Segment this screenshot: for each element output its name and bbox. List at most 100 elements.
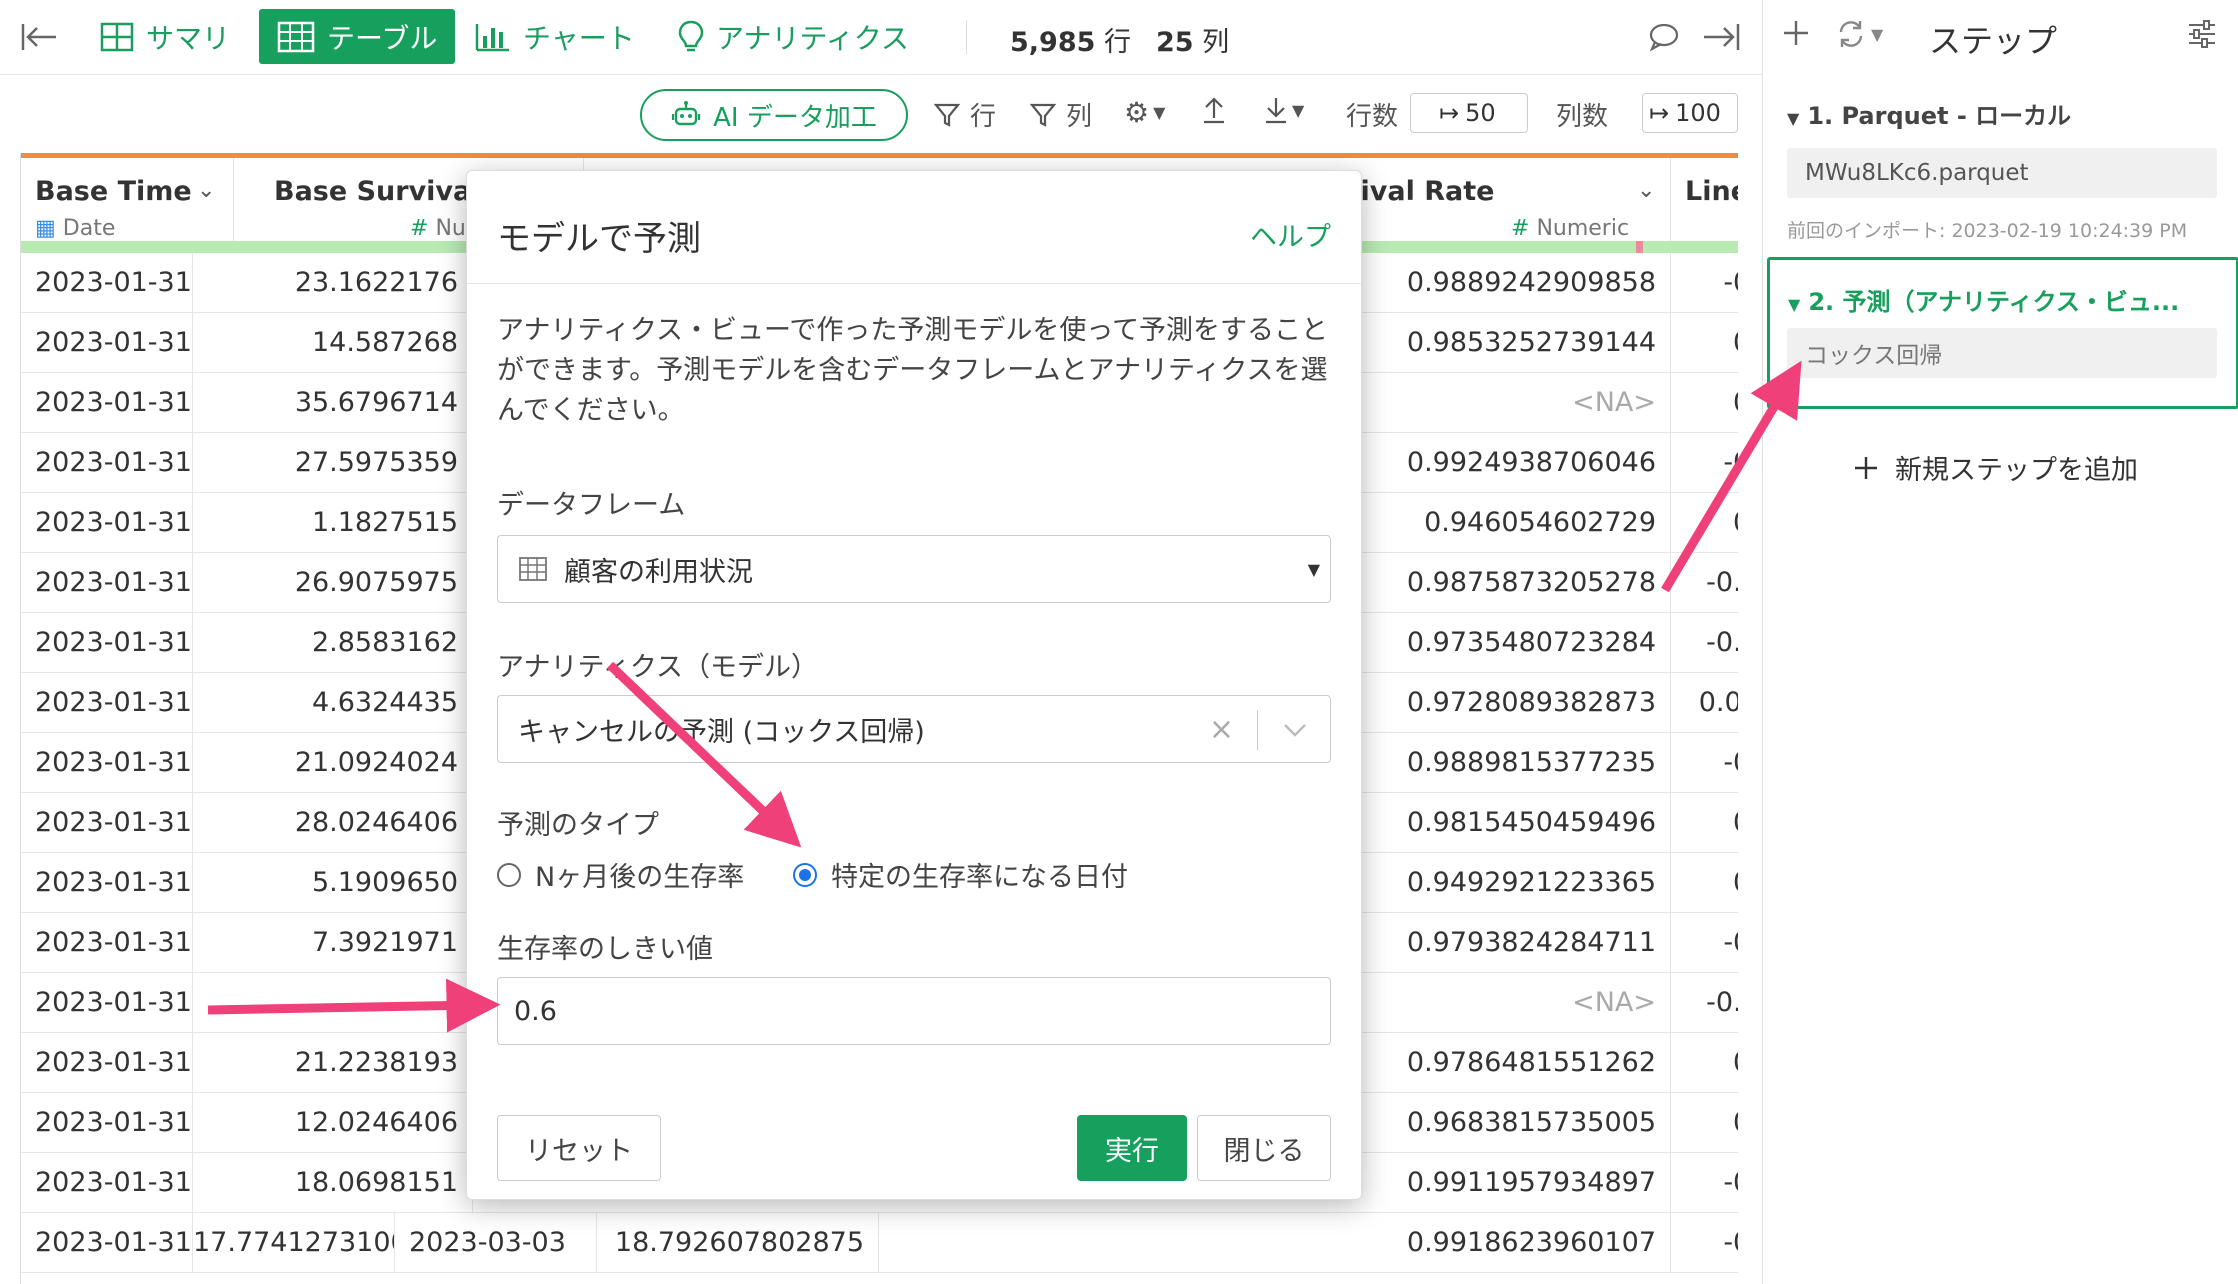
table-cell[interactable]: -0.1 bbox=[1671, 1213, 1738, 1273]
table-cell[interactable]: -0.06 bbox=[1671, 553, 1738, 613]
tab-analytics[interactable]: アナリティクス bbox=[678, 9, 909, 64]
run-button[interactable]: 実行 bbox=[1077, 1115, 1187, 1181]
settings-menu-button[interactable]: ⚙ ▼ bbox=[1124, 96, 1165, 129]
table-cell[interactable]: 2023-01-31 bbox=[21, 1153, 193, 1213]
step-2-card[interactable]: ▼ 2. 予測（アナリティクス・ビュ... コックス回帰 bbox=[1767, 257, 2238, 409]
chevron-down-icon[interactable] bbox=[1282, 714, 1308, 745]
radio-date-at-survival-rate[interactable]: 特定の生存率になる日付 bbox=[793, 855, 1128, 894]
table-cell[interactable]: 2023-01-31 bbox=[21, 793, 193, 853]
dataframe-select[interactable]: 顧客の利用状況 ▼ bbox=[497, 535, 1331, 603]
clear-icon[interactable]: × bbox=[1209, 712, 1234, 747]
radio-unchecked-icon bbox=[497, 862, 521, 887]
table-cell[interactable]: 0.5 bbox=[1671, 493, 1738, 553]
table-cell[interactable]: 4.6324435 bbox=[193, 673, 473, 733]
rows-input[interactable]: ↦ 50 bbox=[1410, 93, 1528, 133]
table-cell[interactable]: 5.1909650 bbox=[193, 853, 473, 913]
table-cell[interactable]: 0.009 bbox=[1671, 673, 1738, 733]
close-button[interactable]: 閉じる bbox=[1197, 1115, 1331, 1181]
table-cell[interactable]: 17.774127310062 bbox=[193, 1213, 395, 1273]
tab-chart[interactable]: チャート bbox=[475, 9, 635, 64]
column-header-linear[interactable]: Linea bbox=[1671, 158, 1738, 253]
collapse-left-icon[interactable] bbox=[20, 9, 58, 64]
download-menu-button[interactable]: ▼ bbox=[1264, 96, 1304, 124]
table-cell[interactable]: 2023-01-31 bbox=[21, 253, 193, 313]
dataframe-label: データフレーム bbox=[497, 490, 686, 521]
table-cell[interactable]: 35.6796714 bbox=[193, 373, 473, 433]
table-cell[interactable]: 12.0246406 bbox=[193, 1093, 473, 1153]
table-cell[interactable] bbox=[193, 973, 473, 1033]
table-cell[interactable]: 2023-01-31 bbox=[21, 373, 193, 433]
table-cell[interactable]: -0.1 bbox=[1671, 433, 1738, 493]
table-cell[interactable]: 26.9075975 bbox=[193, 553, 473, 613]
collapse-right-icon[interactable] bbox=[1702, 9, 1742, 64]
radio-n-months-survival[interactable]: Nヶ月後の生存率 bbox=[497, 855, 744, 894]
step-1-title[interactable]: ▼ 1. Parquet - ローカル bbox=[1787, 96, 2071, 131]
table-cell[interactable]: 21.2238193 bbox=[193, 1033, 473, 1093]
table-cell[interactable]: -0.01 bbox=[1671, 613, 1738, 673]
table-cell[interactable]: 7.3921971 bbox=[193, 913, 473, 973]
table-cell[interactable]: 0.1 bbox=[1671, 1093, 1738, 1153]
table-cell[interactable]: -0.2 bbox=[1671, 733, 1738, 793]
dialog-title: モデルで予測 bbox=[497, 219, 701, 259]
table-cell[interactable]: 2023-01-31 bbox=[21, 853, 193, 913]
table-cell[interactable]: 2023-01-31 bbox=[21, 433, 193, 493]
comment-icon[interactable] bbox=[1648, 9, 1680, 64]
tab-table-label: テーブル bbox=[327, 21, 438, 55]
table-cell[interactable]: 2023-01-31 bbox=[21, 493, 193, 553]
columns-input[interactable]: ↦ 100 bbox=[1642, 93, 1738, 133]
reset-button[interactable]: リセット bbox=[497, 1115, 661, 1181]
table-cell[interactable]: 2023-01-31 bbox=[21, 973, 193, 1033]
table-cell[interactable]: 2023-01-31 bbox=[21, 1093, 193, 1153]
table-cell[interactable]: -0.1 bbox=[1671, 1153, 1738, 1213]
help-link[interactable]: ヘルプ bbox=[1250, 215, 1331, 254]
table-cell[interactable]: 2023-01-31 bbox=[21, 673, 193, 733]
table-cell[interactable]: 2.8583162 bbox=[193, 613, 473, 673]
table-cell[interactable]: 2023-03-03 bbox=[395, 1213, 597, 1273]
filter-rows-button[interactable]: 行 bbox=[934, 96, 996, 133]
table-cell[interactable]: 0.1 bbox=[1671, 313, 1738, 373]
table-cell[interactable]: 0.4 bbox=[1671, 853, 1738, 913]
chevron-down-icon[interactable]: ⌄ bbox=[197, 178, 215, 203]
table-cell[interactable]: -0.2 bbox=[1671, 913, 1738, 973]
add-step-button[interactable]: 新規ステップを追加 bbox=[1853, 448, 2138, 487]
steps-title: ステップ bbox=[1929, 22, 2058, 60]
filter-columns-button[interactable]: 列 bbox=[1030, 96, 1092, 133]
sliders-icon[interactable] bbox=[2187, 20, 2217, 52]
refresh-menu-button[interactable]: ▼ bbox=[1835, 18, 1883, 50]
upload-button[interactable] bbox=[1202, 96, 1226, 124]
column-header-base-time[interactable]: Base Time ⌄ ▦ Date bbox=[21, 158, 234, 253]
dataframe-value: 顧客の利用状況 bbox=[564, 556, 753, 588]
table-cell[interactable]: 2023-01-31 bbox=[21, 733, 193, 793]
table-cell[interactable]: 27.5975359 bbox=[193, 433, 473, 493]
table-cell[interactable]: 0.3 bbox=[1671, 1033, 1738, 1093]
table-cell[interactable]: 18.0698151 bbox=[193, 1153, 473, 1213]
table-cell[interactable]: 2023-01-31 bbox=[21, 1033, 193, 1093]
table-cell[interactable]: 2023-01-31 bbox=[21, 913, 193, 973]
table-cell[interactable]: 14.587268 bbox=[193, 313, 473, 373]
table-cell[interactable]: -0.01 bbox=[1671, 973, 1738, 1033]
calendar-icon: ▦ bbox=[35, 216, 56, 241]
table-cell[interactable]: 23.1622176 bbox=[193, 253, 473, 313]
table-cell[interactable]: -0.1 bbox=[1671, 253, 1738, 313]
table-cell[interactable]: 2023-01-31 bbox=[21, 553, 193, 613]
table-cell[interactable]: 0.9918623960107 bbox=[1163, 1213, 1671, 1273]
tab-summary[interactable]: サマリ bbox=[100, 9, 230, 64]
step-1-source[interactable]: MWu8LKc6.parquet bbox=[1787, 148, 2217, 198]
tab-chart-label: チャート bbox=[523, 21, 635, 55]
table-cell[interactable]: 2023-01-31 bbox=[21, 1213, 193, 1273]
table-cell[interactable]: 0.7 bbox=[1671, 373, 1738, 433]
table-cell[interactable]: 2023-01-31 bbox=[21, 313, 193, 373]
table-cell[interactable]: 1.1827515 bbox=[193, 493, 473, 553]
table-cell[interactable]: 18.792607802875 bbox=[597, 1213, 879, 1273]
table-cell[interactable]: 0.7 bbox=[1671, 793, 1738, 853]
analytics-select[interactable]: キャンセルの予測 (コックス回帰) × bbox=[497, 695, 1331, 763]
table-cell[interactable]: 21.0924024 bbox=[193, 733, 473, 793]
chevron-down-icon[interactable]: ⌄ bbox=[1637, 178, 1655, 203]
table-cell[interactable]: 28.0246406 bbox=[193, 793, 473, 853]
plus-icon[interactable] bbox=[1781, 18, 1811, 52]
tab-table[interactable]: テーブル bbox=[259, 9, 456, 64]
table-cell[interactable]: 2023-01-31 bbox=[21, 613, 193, 673]
ai-data-processing-button[interactable]: AI データ加工 bbox=[640, 89, 908, 141]
threshold-input[interactable]: 0.6 bbox=[497, 977, 1331, 1045]
dialog-divider bbox=[467, 283, 1361, 284]
